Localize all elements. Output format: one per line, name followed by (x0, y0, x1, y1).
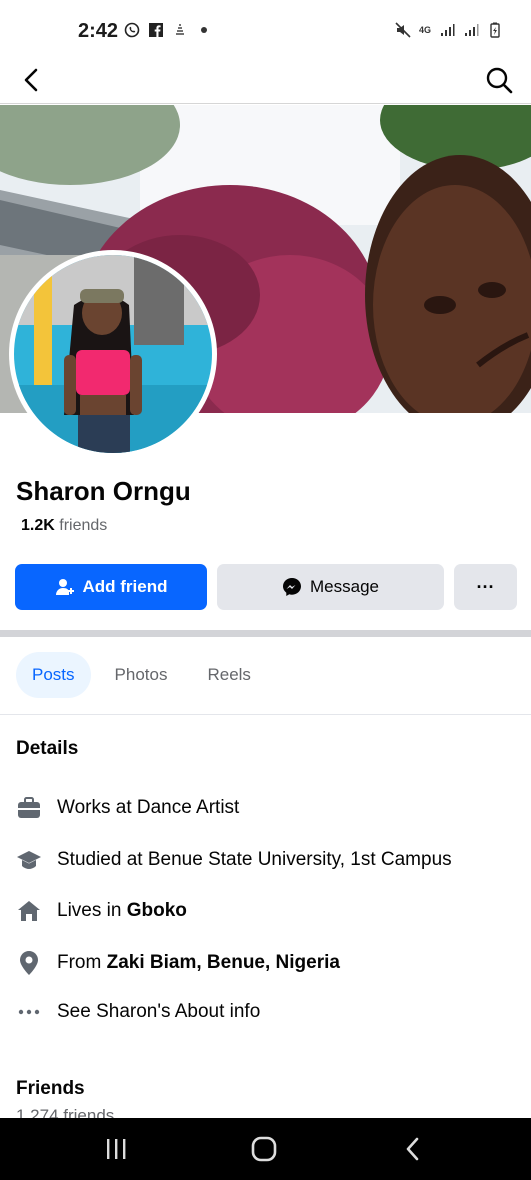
mute-icon (395, 22, 411, 38)
lives-prefix: Lives in (57, 900, 127, 921)
study-prefix: Studied at (57, 849, 148, 870)
facebook-icon (149, 23, 163, 37)
section-divider (0, 630, 531, 637)
from-value[interactable]: Zaki Biam, Benue, Nigeria (107, 952, 340, 973)
tab-posts[interactable]: Posts (16, 652, 91, 698)
details-heading: Details (16, 738, 79, 759)
messenger-icon (283, 578, 301, 596)
home-button-icon[interactable] (251, 1136, 277, 1162)
profile-avatar[interactable] (9, 250, 217, 458)
android-nav-bar (0, 1118, 531, 1180)
signal-icon (465, 24, 479, 36)
more-options-button[interactable]: ··· (454, 564, 517, 610)
network-type-label: 4G (418, 25, 431, 35)
whatsapp-icon (124, 22, 140, 38)
about-info-label: See Sharon's About info (57, 1001, 261, 1022)
profile-picture-image (14, 255, 212, 453)
dot-icon (201, 27, 207, 33)
detail-education: Studied at Benue State University, 1st C… (16, 845, 516, 875)
detail-work: Works at Dance Artist (16, 793, 516, 823)
work-prefix: Works at (57, 797, 137, 818)
detail-hometown: From Zaki Biam, Benue, Nigeria (16, 948, 516, 978)
profile-tabs: Posts Photos Reels (16, 652, 267, 698)
work-value: Dance Artist (136, 797, 240, 818)
tabs-divider (0, 714, 531, 715)
location-pin-icon (16, 950, 42, 976)
tab-reels[interactable]: Reels (191, 652, 266, 698)
top-nav-bar (0, 58, 531, 104)
status-time: 2:42 (78, 20, 119, 42)
message-button[interactable]: Message (217, 564, 444, 610)
detail-lives-in: Lives in Gboko (16, 896, 516, 926)
more-dots-icon (16, 999, 42, 1025)
message-label: Message (310, 577, 379, 596)
add-person-icon (55, 579, 74, 595)
friends-heading: Friends (16, 1078, 85, 1099)
system-icons: 4G (395, 22, 503, 38)
battery-icon (490, 22, 500, 38)
more-dots-icon: ··· (476, 576, 495, 597)
home-icon (16, 898, 42, 924)
lives-value[interactable]: Gboko (127, 900, 187, 921)
recent-apps-icon[interactable] (104, 1137, 128, 1161)
friends-count-link[interactable]: 1.2K friends (21, 517, 107, 535)
see-about-info-link[interactable]: See Sharon's About info (16, 997, 516, 1027)
tab-photos[interactable]: Photos (99, 652, 184, 698)
graduation-cap-icon (16, 847, 42, 873)
app-notification-icon (176, 24, 184, 35)
system-back-icon[interactable] (401, 1136, 425, 1162)
notification-icons (124, 22, 212, 38)
briefcase-icon (16, 795, 42, 821)
from-prefix: From (57, 952, 107, 973)
study-value: Benue State University, 1st Campus (147, 849, 452, 870)
status-bar: 2:42 4G (0, 0, 531, 58)
signal-icon (441, 24, 455, 36)
search-icon[interactable] (483, 64, 515, 96)
profile-name: Sharon Orngu (16, 476, 191, 506)
back-arrow-icon[interactable] (16, 64, 48, 96)
add-friend-button[interactable]: Add friend (15, 564, 207, 610)
add-friend-label: Add friend (82, 577, 168, 596)
friends-count-value: 1.2K (21, 517, 55, 534)
friends-count-label: friends (59, 517, 108, 534)
